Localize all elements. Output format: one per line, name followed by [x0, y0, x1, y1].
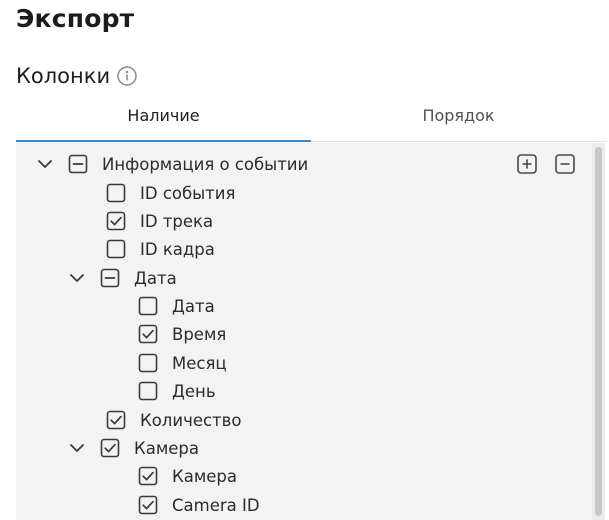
tree-node-label: Информация о событии [102, 154, 309, 174]
export-panel: Экспорт Колонки Наличие Порядок Информац… [0, 0, 609, 520]
tree-leaf-label: Месяц [172, 353, 227, 373]
tree-leaf-label: ID трека [140, 211, 214, 231]
checkbox-checked[interactable] [100, 438, 120, 458]
page-title: Экспорт [16, 4, 135, 33]
checkbox[interactable] [138, 381, 158, 401]
scrollbar-thumb[interactable] [595, 147, 602, 516]
tree-leaf-camera: Камера [138, 462, 237, 490]
vertical-scrollbar[interactable] [592, 143, 605, 520]
info-icon[interactable] [116, 65, 138, 87]
tree-leaf-label: Камера [172, 466, 238, 486]
tree-leaf-event-id: ID события [106, 179, 235, 207]
minus-square-icon[interactable] [554, 153, 576, 175]
tree-node-label: Дата [134, 268, 177, 288]
tree-leaf-label: ID кадра [140, 239, 215, 259]
tree-leaf-frame-id: ID кадра [106, 235, 215, 263]
columns-tree [16, 143, 592, 520]
tab-bar: Наличие Порядок [16, 100, 606, 142]
tab-order[interactable]: Порядок [311, 100, 606, 141]
tree-leaf-label: День [172, 381, 216, 401]
checkbox[interactable] [106, 239, 126, 259]
checkbox-indeterminate[interactable] [100, 268, 120, 288]
tree-leaf-time: Время [138, 320, 226, 348]
tree-leaf-count: Количество [106, 406, 241, 434]
tab-availability[interactable]: Наличие [16, 100, 311, 142]
tree-node-date: Дата [68, 264, 177, 292]
tree-leaf-label: Camera ID [172, 495, 260, 515]
tree-leaf-label: Время [172, 324, 227, 344]
tree-node-event-info: Информация о событии [36, 150, 308, 178]
checkbox[interactable] [106, 183, 126, 203]
tree-leaf-label: ID события [140, 183, 236, 203]
checkbox[interactable] [138, 296, 158, 316]
chevron-down-icon[interactable] [68, 269, 86, 287]
tree-leaf-label: Количество [140, 410, 242, 430]
chevron-down-icon[interactable] [36, 155, 54, 173]
tree-leaf-date: Дата [138, 292, 215, 320]
tree-leaf-month: Месяц [138, 349, 227, 377]
checkbox-checked[interactable] [106, 211, 126, 231]
tree-leaf-label: Дата [172, 296, 215, 316]
checkbox-indeterminate[interactable] [68, 154, 88, 174]
tree-leaf-track-id: ID трека [106, 207, 213, 235]
checkbox-checked[interactable] [138, 466, 158, 486]
checkbox[interactable] [138, 353, 158, 373]
checkbox-checked[interactable] [138, 495, 158, 515]
plus-square-icon[interactable] [516, 153, 538, 175]
checkbox-checked[interactable] [106, 410, 126, 430]
tree-leaf-day: День [138, 377, 216, 405]
chevron-down-icon[interactable] [68, 439, 86, 457]
checkbox-checked[interactable] [138, 324, 158, 344]
tree-node-camera: Камера [68, 434, 199, 462]
tree-leaf-camera-id: Camera ID [138, 491, 260, 519]
tree-node-label: Камера [134, 438, 200, 458]
section-title: Колонки [16, 64, 111, 88]
columns-section-header: Колонки [16, 64, 138, 88]
